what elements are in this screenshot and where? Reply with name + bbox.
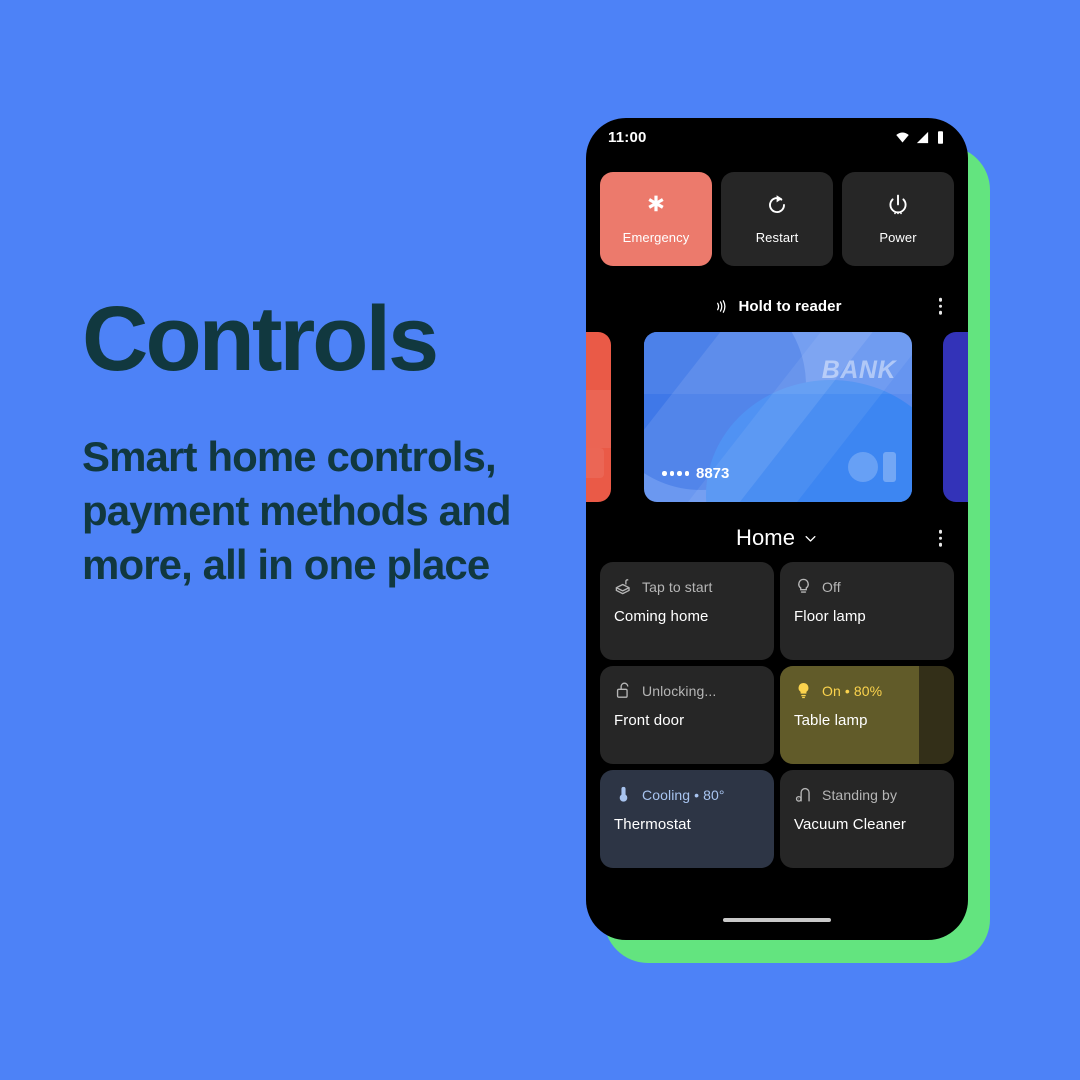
tile-status-row: Off xyxy=(794,577,940,596)
tile-status-text: Tap to start xyxy=(642,578,713,595)
tile-name-text: Front door xyxy=(614,712,685,729)
tile-name-text: Table lamp xyxy=(794,712,868,729)
routine-device-icon xyxy=(615,579,630,595)
lock-open-icon xyxy=(616,682,629,698)
lamp-outline-icon xyxy=(798,578,809,593)
marketing-copy: Controls Smart home controls, payment me… xyxy=(82,288,582,591)
page-title: Controls xyxy=(82,288,439,390)
mask-dot xyxy=(669,471,674,476)
power-menu: Emergency Restart Power xyxy=(586,150,968,266)
tile-name-text: Coming home xyxy=(614,608,709,625)
home-title: Home xyxy=(735,525,796,550)
control-tile-front-door[interactable]: Unlocking... Front door xyxy=(600,666,774,764)
payment-card-active[interactable]: BANK 8873 xyxy=(644,332,912,502)
home-overflow-menu-button[interactable] xyxy=(935,526,947,551)
power-off-button-label: Power xyxy=(879,230,917,245)
card-network-logo xyxy=(848,452,896,482)
signal-icon xyxy=(916,131,929,143)
more-vertical-icon-dot xyxy=(938,297,942,302)
payment-card-previous[interactable]: K xyxy=(586,332,611,502)
mask-dot xyxy=(684,471,689,476)
more-vertical-icon-dot xyxy=(938,310,942,315)
wallet-header-inner: Hold to reader xyxy=(712,298,841,315)
contactless-icon xyxy=(717,299,726,313)
status-bar: 11:00 xyxy=(586,118,968,150)
tile-name-text: Floor lamp xyxy=(794,608,866,625)
emergency-button-label: Emergency xyxy=(622,230,690,245)
more-vertical-icon-dot xyxy=(938,536,942,540)
card-chip xyxy=(586,448,604,478)
power-off-button[interactable]: Power xyxy=(842,172,954,266)
tile-row: Unlocking... Front door On • 80% Table l… xyxy=(600,666,954,764)
home-header: Home xyxy=(586,514,968,562)
tile-status-text: Unlocking... xyxy=(642,682,717,699)
home-controls-grid: Tap to start Coming home Off Floor lamp … xyxy=(586,562,968,868)
more-vertical-icon-dot xyxy=(938,304,942,308)
lightbulb-filled-icon xyxy=(798,683,809,699)
more-vertical-icon-dot xyxy=(938,529,942,534)
status-bar-time: 11:00 xyxy=(608,128,647,146)
card-logo-bar xyxy=(883,452,896,482)
card-band xyxy=(586,390,611,448)
home-gesture-bar[interactable] xyxy=(723,918,831,922)
card-bank-label: BANK xyxy=(821,356,896,384)
restart-button[interactable]: Restart xyxy=(721,172,833,266)
page-subtitle: Smart home controls, payment methods and… xyxy=(82,433,512,588)
tile-status-row: Tap to start xyxy=(614,577,760,596)
tile-status-row: On • 80% xyxy=(794,681,940,700)
control-tile-thermostat[interactable]: Cooling • 80° Thermostat xyxy=(600,770,774,868)
tile-status-text: Standing by xyxy=(822,786,898,803)
wallet-title: Hold to reader xyxy=(738,297,842,315)
tile-status-text: Cooling • 80° xyxy=(642,786,725,803)
restart-button-label: Restart xyxy=(755,230,799,245)
control-tile-vacuum-cleaner[interactable]: Standing by Vacuum Cleaner xyxy=(780,770,954,868)
mask-dot xyxy=(662,471,667,476)
tile-status-text: On • 80% xyxy=(822,682,883,699)
vacuum-icon xyxy=(795,787,810,802)
control-tile-table-lamp[interactable]: On • 80% Table lamp xyxy=(780,666,954,764)
wifi-icon xyxy=(896,132,909,142)
payment-card-next[interactable] xyxy=(943,332,968,502)
card-number-masked: 8873 xyxy=(662,465,729,482)
home-selector[interactable]: Home xyxy=(736,525,818,551)
card-mask-dots xyxy=(662,471,689,476)
tile-status-row: Cooling • 80° xyxy=(614,785,760,804)
phone-mockup: 11:00 Emergency Restart Power Hold to re… xyxy=(586,118,990,963)
status-bar-icons xyxy=(895,130,946,145)
control-tile-coming-home[interactable]: Tap to start Coming home xyxy=(600,562,774,660)
tile-row: Cooling • 80° Thermostat Standing by Vac… xyxy=(600,770,954,868)
emergency-star-icon xyxy=(648,195,664,212)
mask-dot xyxy=(677,471,682,476)
tile-status-row: Unlocking... xyxy=(614,681,760,700)
tile-name-text: Vacuum Cleaner xyxy=(794,816,907,833)
chevron-down-icon xyxy=(805,535,816,542)
wallet-overflow-menu-button[interactable] xyxy=(935,294,947,319)
control-tile-floor-lamp[interactable]: Off Floor lamp xyxy=(780,562,954,660)
restart-icon xyxy=(769,195,785,213)
phone-screen: 11:00 Emergency Restart Power Hold to re… xyxy=(586,118,968,940)
more-vertical-icon-dot xyxy=(938,542,942,547)
card-last-four: 8873 xyxy=(696,465,730,482)
power-icon xyxy=(889,194,907,215)
payment-card-carousel[interactable]: K BANK xyxy=(586,332,968,502)
emergency-button[interactable]: Emergency xyxy=(600,172,712,266)
card-logo-circle xyxy=(848,452,878,482)
tile-name-text: Thermostat xyxy=(614,816,691,833)
tile-status-row: Standing by xyxy=(794,785,940,804)
tile-row: Tap to start Coming home Off Floor lamp xyxy=(600,562,954,660)
wallet-header: Hold to reader xyxy=(586,284,968,328)
tile-status-text: Off xyxy=(822,578,841,595)
battery-icon xyxy=(938,130,943,144)
thermometer-icon xyxy=(619,786,628,802)
